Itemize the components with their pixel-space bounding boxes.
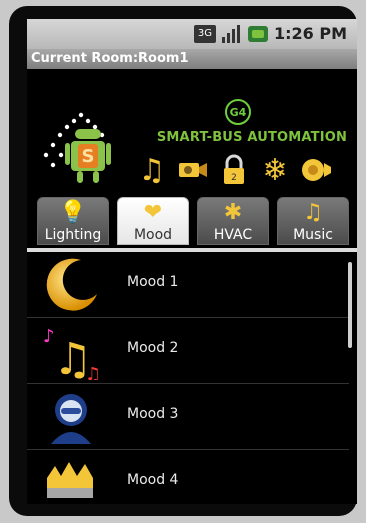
status-bar: 3G 1:26 PM (27, 19, 357, 49)
screen: 3G 1:26 PM Current Room:Room1 S G4 SMART… (27, 19, 357, 504)
tab-hvac[interactable]: ✱ HVAC (197, 197, 269, 245)
header-icons: ♫ 2 ❄ (135, 152, 333, 188)
signal-strength-icon (221, 24, 242, 43)
list-item[interactable]: Mood 3 (27, 384, 349, 450)
music-note-icon: ♫ (303, 200, 323, 225)
heart-icon: ❤ (143, 200, 163, 225)
title-bar: Current Room:Room1 (27, 49, 357, 69)
list-item-label: Mood 2 (127, 340, 179, 356)
status-time: 1:26 PM (273, 24, 347, 43)
lock-icon: 2 (217, 153, 251, 187)
g4-badge: G4 (225, 99, 251, 125)
list-item[interactable]: Mood 4 (27, 450, 349, 504)
crescent-moon-icon (46, 258, 97, 311)
list-item[interactable]: ♪ ♫ ♫ Mood 2 (27, 318, 349, 384)
music-note-icon: ♫ (138, 152, 166, 188)
snowflake-icon: ❄ (262, 152, 288, 188)
lightbulb-icon: 💡 (59, 200, 87, 225)
svg-text:♫: ♫ (85, 364, 101, 380)
tab-label: Lighting (44, 227, 102, 243)
app-header: S G4 SMART-BUS AUTOMATION ♫ 2 ❄ (27, 69, 357, 191)
svg-text:S: S (82, 146, 95, 167)
network-3g-icon: 3G (193, 24, 216, 43)
tab-label: Mood (133, 227, 173, 243)
android-logo-icon: S (43, 112, 111, 183)
phone-frame: 3G 1:26 PM Current Room:Room1 S G4 SMART… (9, 6, 357, 516)
list-item-label: Mood 3 (127, 406, 179, 422)
speaker-icon (299, 153, 333, 187)
tab-label: HVAC (213, 227, 253, 243)
tab-music[interactable]: ♫ Music (277, 197, 349, 245)
list-item-label: Mood 4 (127, 472, 179, 488)
fan-icon: ✱ (223, 200, 243, 225)
status-icons: 3G 1:26 PM (193, 24, 347, 43)
crown-icon (47, 462, 93, 498)
tab-bar: 💡 Lighting ❤ Mood ✱ HVAC ♫ Music (27, 191, 357, 249)
scrollbar[interactable] (348, 262, 352, 348)
brand-text: SMART-BUS AUTOMATION (156, 130, 348, 145)
tab-mood[interactable]: ❤ Mood (117, 197, 189, 245)
tab-label: Music (293, 227, 333, 243)
list-item[interactable]: Mood 1 (27, 252, 349, 318)
camera-icon (176, 153, 210, 187)
tab-lighting[interactable]: 💡 Lighting (37, 197, 109, 245)
user-face-icon (51, 394, 91, 444)
mood-list[interactable]: Mood 1 ♪ ♫ ♫ Mood 2 Mood 3 Mood 4 (27, 252, 357, 504)
music-notes-icon: ♪ ♫ ♫ (43, 326, 101, 380)
battery-icon (247, 25, 268, 42)
svg-text:2: 2 (231, 173, 237, 183)
list-item-label: Mood 1 (127, 274, 179, 290)
